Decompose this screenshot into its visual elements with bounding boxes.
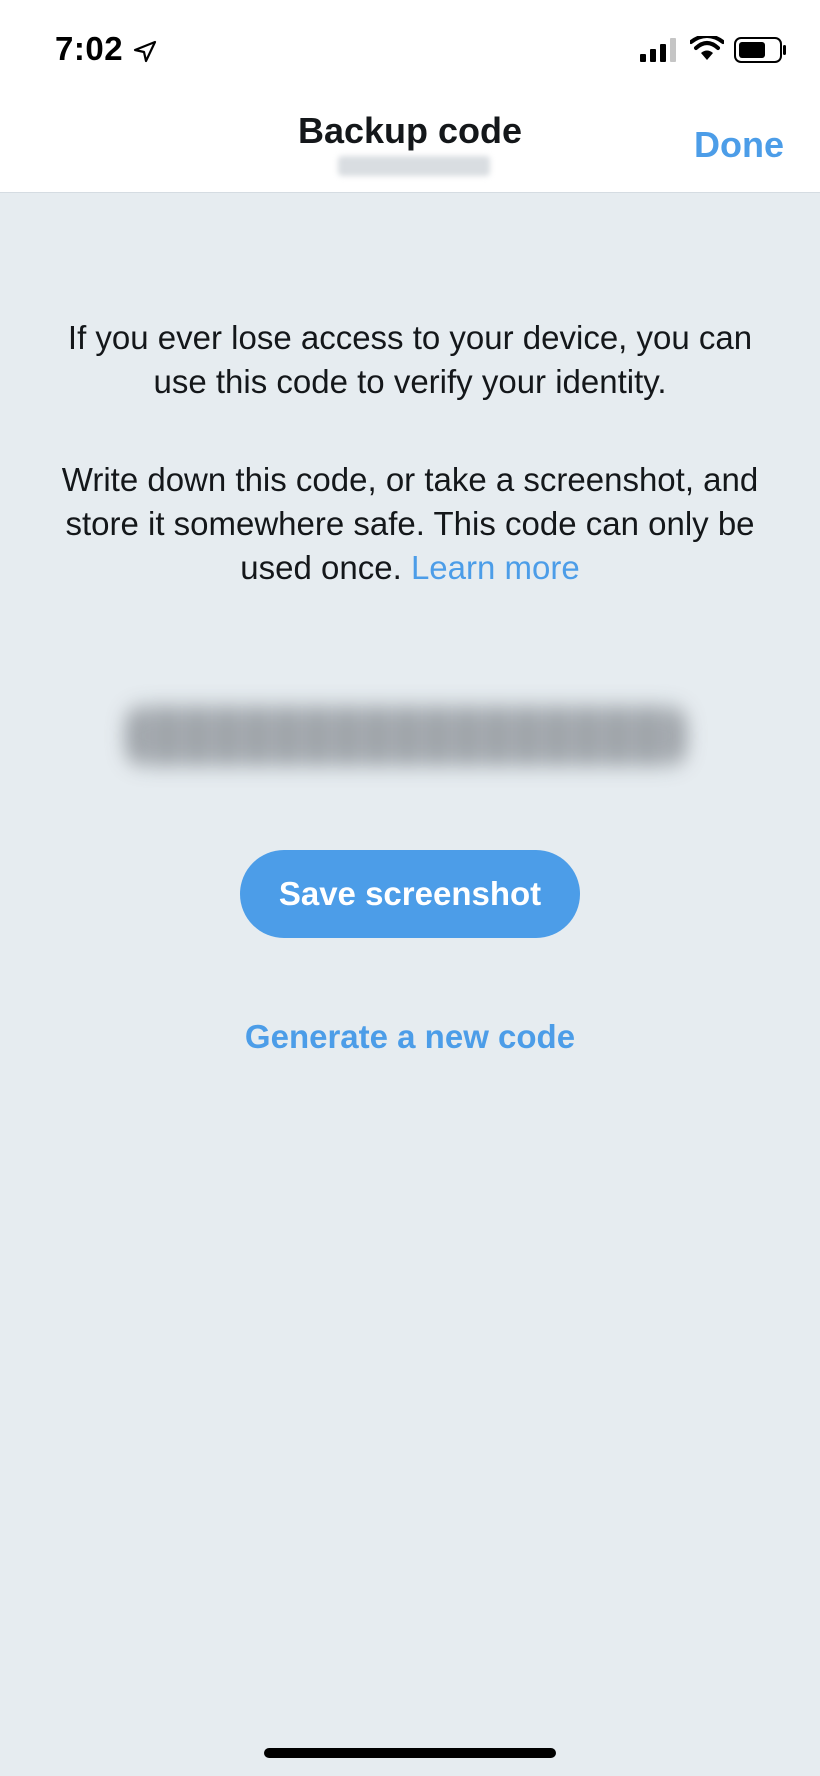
wifi-icon <box>690 36 724 60</box>
status-time: 7:02 <box>55 30 124 67</box>
learn-more-link[interactable]: Learn more <box>411 549 580 586</box>
instructions-text: Write down this code, or take a screensh… <box>36 458 784 590</box>
generate-new-code-link[interactable]: Generate a new code <box>0 1018 820 1056</box>
intro-text: If you ever lose access to your device, … <box>67 319 753 400</box>
done-button[interactable]: Done <box>694 124 784 166</box>
navigation-bar: Backup code Done <box>0 96 820 193</box>
location-arrow-icon <box>133 40 157 63</box>
backup-code-redacted <box>108 680 704 792</box>
backup-code-blur <box>126 706 686 766</box>
battery-icon <box>734 37 786 63</box>
account-username-redacted <box>338 156 490 176</box>
status-bar: 7:02 <box>0 0 820 96</box>
cellular-signal-icon <box>640 38 676 62</box>
home-indicator[interactable] <box>264 1748 556 1758</box>
save-screenshot-button[interactable]: Save screenshot <box>240 850 580 938</box>
